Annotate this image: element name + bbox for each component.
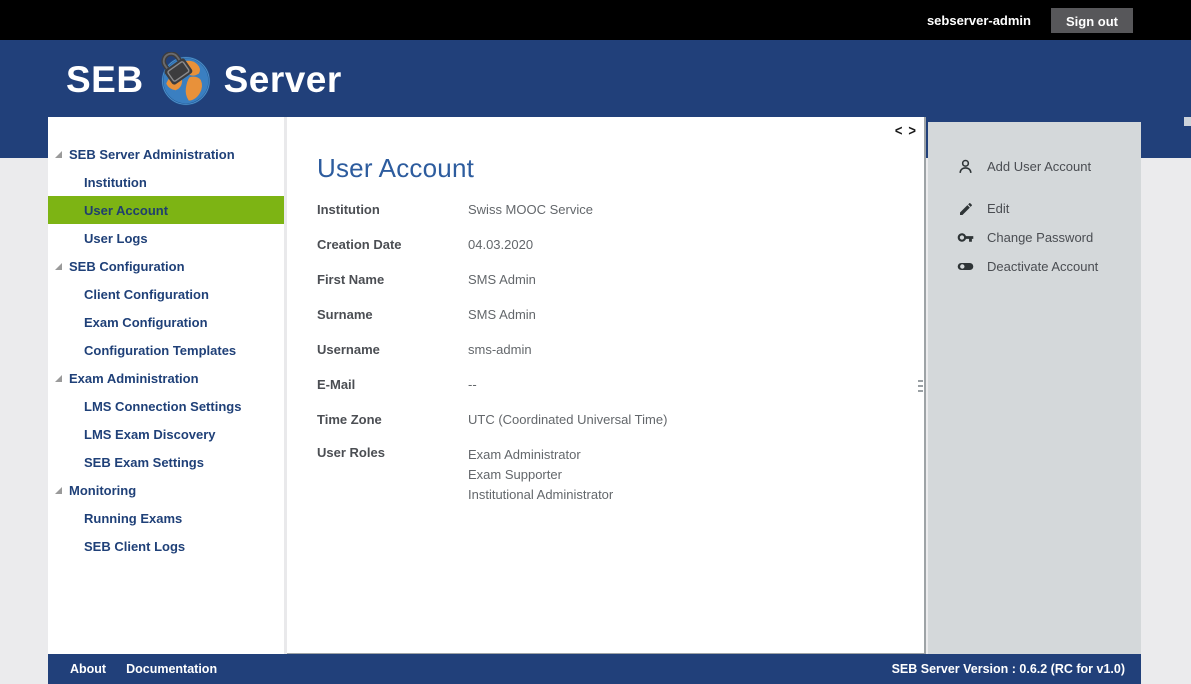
sidebar-item-label: Configuration Templates [84,343,236,358]
sidebar-item-label: Monitoring [69,483,136,498]
field-label: E-Mail [317,377,468,392]
field-value: sms-admin [468,340,532,360]
sidebar-item-label: Exam Administration [69,371,199,386]
version-label: SEB Server Version : 0.6.2 (RC for v1.0) [892,662,1125,676]
sidebar-item-client-configuration[interactable]: Client Configuration [48,280,284,308]
sidebar-item-label: Institution [84,175,147,190]
sidebar-item-label: User Logs [84,231,148,246]
sidebar-item-user-logs[interactable]: User Logs [48,224,284,252]
sidebar-item-label: LMS Exam Discovery [84,427,216,442]
field-row-creation-date: Creation Date 04.03.2020 [317,227,877,262]
user-account-panel: < > User Account Institution Swiss MOOC … [287,117,926,654]
collapse-panel-icon[interactable]: < [895,122,903,140]
field-row-username: Username sms-admin [317,332,877,367]
user-account-fields: Institution Swiss MOOC Service Creation … [317,192,877,505]
field-label: Creation Date [317,237,468,252]
key-icon [957,229,974,246]
sidebar-item-exam-configuration[interactable]: Exam Configuration [48,308,284,336]
sidebar-item-label: SEB Exam Settings [84,455,204,470]
sidebar-item-user-account[interactable]: User Account [48,196,284,224]
sidebar-item-label: Exam Configuration [84,315,208,330]
sign-out-button[interactable]: Sign out [1051,8,1133,33]
sidebar-item-seb-configuration[interactable]: SEB Configuration [48,252,284,280]
tree-expanded-toggle-icon[interactable] [55,487,62,494]
sidebar-item-label: SEB Configuration [69,259,185,274]
field-label: Time Zone [317,412,468,427]
action-label: Change Password [987,230,1093,245]
topbar: sebserver-admin Sign out [0,0,1191,40]
expand-panel-icon[interactable]: > [908,122,916,140]
field-label: First Name [317,272,468,287]
field-value: Exam Administrator Exam Supporter Instit… [468,437,613,505]
add-user-account-button[interactable]: Add User Account [928,152,1141,181]
documentation-link[interactable]: Documentation [126,662,217,676]
field-row-institution: Institution Swiss MOOC Service [317,192,877,227]
sidebar-item-seb-exam-settings[interactable]: SEB Exam Settings [48,448,284,476]
logo-text-seb: SEB [66,59,144,101]
deactivate-account-button[interactable]: Deactivate Account [928,252,1141,281]
field-value: Swiss MOOC Service [468,200,593,220]
scroll-corner-notch [1184,117,1191,126]
sidebar-item-label: User Account [84,203,168,218]
sidebar-item-lms-connection-settings[interactable]: LMS Connection Settings [48,392,284,420]
panel-controls: < > [895,123,916,139]
field-label: Surname [317,307,468,322]
sidebar-item-monitoring[interactable]: Monitoring [48,476,284,504]
change-password-button[interactable]: Change Password [928,223,1141,252]
sidebar-item-label: Running Exams [84,511,182,526]
field-value: SMS Admin [468,305,536,325]
field-label: Username [317,342,468,357]
sidebar-item-label: LMS Connection Settings [84,399,241,414]
sidebar-item-running-exams[interactable]: Running Exams [48,504,284,532]
sidebar-item-label: SEB Client Logs [84,539,185,554]
about-link[interactable]: About [70,662,106,676]
navigation-sidebar: SEB Server Administration Institution Us… [48,117,284,654]
footer: About Documentation SEB Server Version :… [48,654,1141,684]
action-label: Edit [987,201,1009,216]
sidebar-item-label: SEB Server Administration [69,147,235,162]
pencil-icon [957,200,974,217]
field-row-email: E-Mail -- [317,367,877,402]
field-value: 04.03.2020 [468,235,533,255]
tree-expanded-toggle-icon[interactable] [55,375,62,382]
sidebar-item-label: Client Configuration [84,287,209,302]
sidebar-item-configuration-templates[interactable]: Configuration Templates [48,336,284,364]
page-title: User Account [317,153,474,184]
field-row-time-zone: Time Zone UTC (Coordinated Universal Tim… [317,402,877,437]
field-label: Institution [317,202,468,217]
tree-expanded-toggle-icon[interactable] [55,263,62,270]
add-user-icon [957,158,974,175]
field-value: -- [468,375,477,395]
field-label: User Roles [317,437,468,460]
sidebar-item-seb-client-logs[interactable]: SEB Client Logs [48,532,284,560]
logged-in-username: sebserver-admin [927,13,1031,28]
app-body: SEB Server Administration Institution Us… [48,117,1141,654]
edit-button[interactable]: Edit [928,194,1141,223]
field-value: SMS Admin [468,270,536,290]
globe-lock-icon [156,52,212,108]
action-label: Deactivate Account [987,259,1098,274]
action-panel: Add User Account Edit Change Password [928,122,1141,654]
tree-expanded-toggle-icon[interactable] [55,151,62,158]
panel-resize-grip[interactable] [918,380,923,392]
sidebar-item-lms-exam-discovery[interactable]: LMS Exam Discovery [48,420,284,448]
logo-text-server: Server [224,59,342,101]
sidebar-item-exam-administration[interactable]: Exam Administration [48,364,284,392]
field-value: UTC (Coordinated Universal Time) [468,410,667,430]
field-row-user-roles: User Roles Exam Administrator Exam Suppo… [317,437,877,505]
field-row-surname: Surname SMS Admin [317,297,877,332]
logo: SEB Server [66,52,342,108]
sidebar-item-institution[interactable]: Institution [48,168,284,196]
sidebar-item-seb-server-administration[interactable]: SEB Server Administration [48,140,284,168]
field-row-first-name: First Name SMS Admin [317,262,877,297]
action-label: Add User Account [987,159,1091,174]
toggle-off-icon [957,258,974,275]
